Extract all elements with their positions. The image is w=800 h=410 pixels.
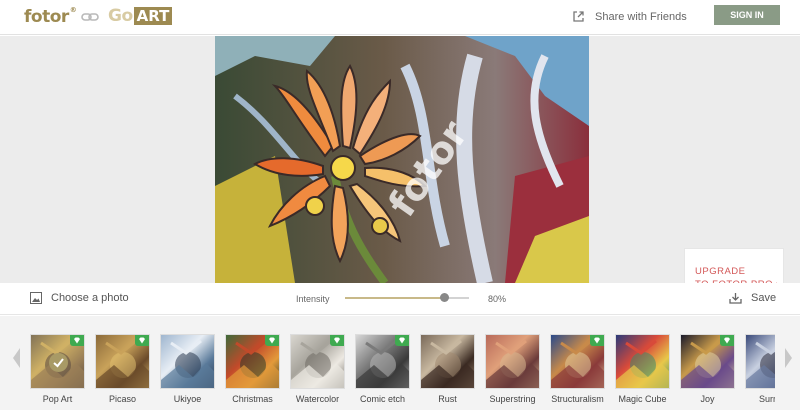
- filter-thumbnail: [550, 334, 605, 389]
- pro-diamond-icon: [720, 335, 734, 346]
- filter-strip: Pop Art Picaso Ukiyoe Christmas Watercolor Co…: [0, 316, 800, 410]
- intensity-slider[interactable]: [345, 292, 469, 304]
- top-header: fotor® Go ART Share with Friends SIGN IN: [0, 0, 800, 35]
- filter-label: Pop Art: [42, 394, 73, 404]
- filter-thumbnail: [30, 334, 85, 389]
- filter-thumbnail: [160, 334, 215, 389]
- upgrade-line1: UPGRADE: [695, 266, 746, 277]
- filter-item[interactable]: Picaso: [95, 334, 150, 404]
- choose-photo-button[interactable]: Choose a photo: [30, 292, 129, 304]
- filter-item[interactable]: Joy: [680, 334, 735, 404]
- filter-thumbnail: [615, 334, 670, 389]
- share-button[interactable]: Share with Friends: [572, 10, 687, 23]
- pro-diamond-icon: [395, 335, 409, 346]
- slider-fill: [345, 297, 445, 299]
- filter-thumbnail: [225, 334, 280, 389]
- filter-label: Picaso: [108, 394, 136, 404]
- share-icon: [573, 11, 584, 22]
- filter-thumbnail: [745, 334, 775, 389]
- filter-item[interactable]: Comic etch: [355, 334, 410, 404]
- choose-photo-label: Choose a photo: [51, 292, 129, 304]
- filter-item[interactable]: Christmas: [225, 334, 280, 404]
- artwork-preview: fotor: [215, 36, 589, 283]
- save-button[interactable]: Save: [729, 292, 776, 304]
- save-label: Save: [751, 292, 777, 304]
- filter-thumbnail: [485, 334, 540, 389]
- fotor-logo-text: fotor: [24, 7, 69, 27]
- goart-logo[interactable]: Go ART: [108, 6, 173, 26]
- filter-label: Magic Cube: [618, 394, 667, 404]
- checkmark-icon: [49, 353, 68, 372]
- pro-diamond-icon: [135, 335, 149, 346]
- filter-thumbnail: [95, 334, 150, 389]
- filter-label: Structuralism: [551, 394, 604, 404]
- arrow-left-icon[interactable]: [13, 348, 21, 368]
- filter-item[interactable]: Superstring: [485, 334, 540, 404]
- filter-item[interactable]: Pop Art: [30, 334, 85, 404]
- filter-label: Christmas: [232, 394, 273, 404]
- slider-handle[interactable]: [440, 293, 450, 302]
- filter-thumbnail: [355, 334, 410, 389]
- filter-label: Surrea: [758, 394, 775, 404]
- filter-list: Pop Art Picaso Ukiyoe Christmas Watercolor Co…: [30, 334, 775, 410]
- share-label: Share with Friends: [595, 10, 687, 23]
- filter-label: Watercolor: [295, 394, 340, 404]
- intensity-value: 80%: [488, 294, 507, 304]
- pro-diamond-icon: [265, 335, 279, 346]
- goart-logo-art: ART: [133, 7, 173, 25]
- canvas-area: fotor UPGRADE TO FOTOR PRO ▶: [0, 36, 800, 306]
- arrow-right-icon[interactable]: [784, 348, 792, 368]
- filter-thumbnail: [680, 334, 735, 389]
- sign-in-button[interactable]: SIGN IN: [714, 5, 780, 25]
- chain-link-icon: [81, 13, 99, 21]
- pro-diamond-icon: [70, 335, 84, 346]
- filter-item[interactable]: Rust: [420, 334, 475, 404]
- filter-label: Rust: [438, 394, 457, 404]
- filter-item[interactable]: Structuralism: [550, 334, 605, 404]
- intensity-label: Intensity: [296, 294, 330, 304]
- controls-bar: Choose a photo Intensity 80% Save: [0, 283, 800, 315]
- pro-diamond-icon: [330, 335, 344, 346]
- filter-item[interactable]: Ukiyoe: [160, 334, 215, 404]
- goart-logo-go: Go: [108, 6, 133, 26]
- fotor-logo[interactable]: fotor®: [24, 6, 77, 27]
- filter-label: Joy: [700, 394, 715, 404]
- registered-mark: ®: [69, 6, 77, 15]
- filter-thumbnail: [290, 334, 345, 389]
- pro-diamond-icon: [590, 335, 604, 346]
- download-icon: [729, 293, 742, 304]
- filter-thumbnail: [420, 334, 475, 389]
- filter-item[interactable]: Magic Cube: [615, 334, 670, 404]
- filter-item[interactable]: Watercolor: [290, 334, 345, 404]
- filter-label: Ukiyoe: [173, 394, 202, 404]
- filter-item[interactable]: Surrea: [745, 334, 775, 404]
- filter-label: Superstring: [489, 394, 536, 404]
- filter-label: Comic etch: [359, 394, 405, 404]
- pop-art-flower-image: fotor: [215, 36, 589, 283]
- image-icon: [30, 292, 42, 304]
